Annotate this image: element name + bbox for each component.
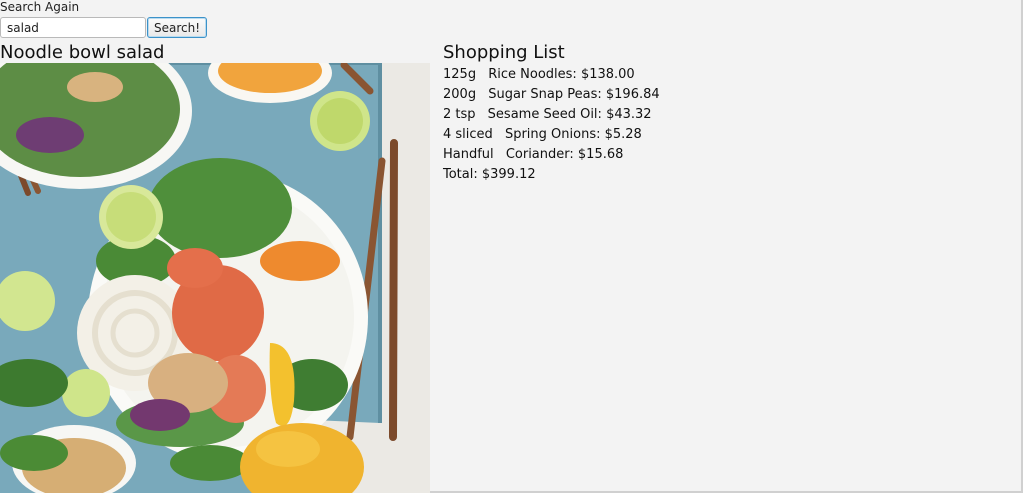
list-item: 200g Sugar Snap Peas: $196.84 bbox=[443, 86, 660, 106]
item-price: $196.84 bbox=[605, 87, 660, 102]
list-item: 2 tsp Sesame Seed Oil: $43.32 bbox=[443, 106, 660, 126]
search-input[interactable] bbox=[0, 17, 146, 38]
item-quantity: 125g bbox=[443, 67, 477, 82]
item-ingredient: Rice Noodles: bbox=[488, 67, 577, 82]
shopping-list-total: Total: $399.12 bbox=[443, 167, 536, 182]
recipe-image bbox=[0, 63, 430, 493]
list-item: Handful Coriander: $15.68 bbox=[443, 146, 660, 166]
item-price: $138.00 bbox=[580, 67, 635, 82]
item-price: $5.28 bbox=[604, 127, 642, 142]
list-item: 4 sliced Spring Onions: $5.28 bbox=[443, 126, 660, 146]
shopping-list: 125g Rice Noodles: $138.00 200g Sugar Sn… bbox=[443, 66, 660, 166]
recipe-title: Noodle bowl salad bbox=[0, 42, 165, 63]
item-ingredient: Sugar Snap Peas: bbox=[488, 87, 602, 102]
item-price: $43.32 bbox=[606, 107, 652, 122]
item-price: $15.68 bbox=[577, 147, 624, 162]
app-window: Search Again Search! Noodle bowl salad bbox=[0, 0, 1023, 493]
item-quantity: 2 tsp bbox=[443, 107, 476, 122]
item-ingredient: Coriander: bbox=[505, 147, 574, 162]
noodle-bowl-salad-photo bbox=[0, 63, 430, 493]
list-item: 125g Rice Noodles: $138.00 bbox=[443, 66, 660, 86]
search-button[interactable]: Search! bbox=[147, 17, 207, 38]
item-quantity: Handful bbox=[443, 147, 494, 162]
item-ingredient: Sesame Seed Oil: bbox=[487, 107, 602, 122]
search-label: Search Again bbox=[0, 0, 80, 14]
item-quantity: 4 sliced bbox=[443, 127, 493, 142]
item-quantity: 200g bbox=[443, 87, 477, 102]
item-ingredient: Spring Onions: bbox=[504, 127, 601, 142]
shopping-list-title: Shopping List bbox=[443, 42, 565, 63]
